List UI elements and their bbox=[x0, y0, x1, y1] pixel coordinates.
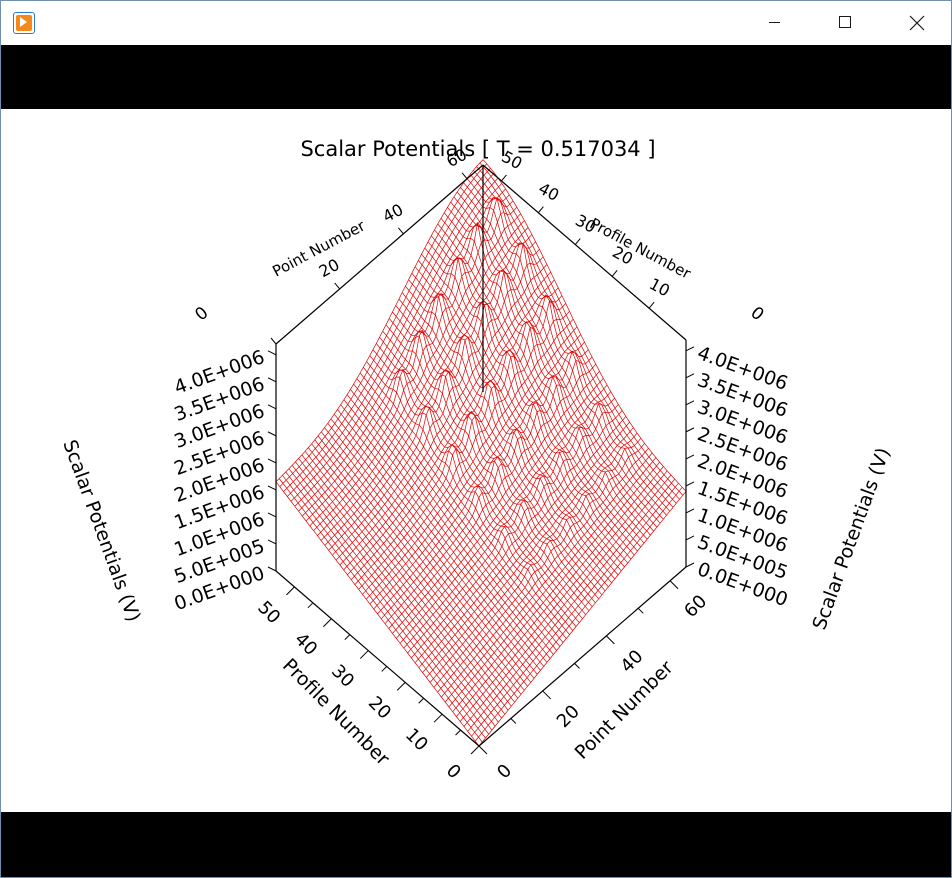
profile-tick-label: 30 bbox=[327, 661, 358, 692]
minimize-icon bbox=[769, 22, 780, 23]
profile-minor-tick bbox=[344, 634, 351, 640]
z-right-tick bbox=[685, 481, 695, 487]
profile-tick-label: 0 bbox=[442, 760, 465, 783]
point-axis-label: Point Number bbox=[571, 656, 678, 763]
profile-minor-tick bbox=[455, 729, 461, 736]
point-tick-label: 20 bbox=[553, 701, 584, 732]
z-left-axis-label: Scalar Potentials (V) bbox=[58, 437, 144, 625]
back-point-tick bbox=[398, 227, 404, 235]
point-minor-tick bbox=[637, 607, 644, 614]
play-triangle bbox=[20, 17, 27, 27]
z-right-tick bbox=[685, 373, 695, 379]
mesh-point-line bbox=[314, 439, 519, 699]
profile-tick-label: 20 bbox=[364, 692, 395, 723]
mesh-point-line bbox=[363, 367, 567, 639]
mesh-profile-line bbox=[275, 159, 484, 483]
z-left-tick bbox=[267, 377, 277, 383]
back-profile-tick bbox=[537, 206, 544, 214]
mesh-profile-line bbox=[418, 416, 627, 668]
mesh-point-line bbox=[295, 461, 499, 723]
maximize-icon bbox=[839, 16, 851, 28]
back-profile-tick bbox=[501, 174, 507, 182]
mesh-profile-line bbox=[290, 177, 499, 502]
profile-tick bbox=[396, 682, 406, 691]
z-left-tick bbox=[267, 566, 277, 572]
point-tick bbox=[542, 690, 552, 700]
z-left-tick bbox=[267, 512, 277, 518]
z-right-tick bbox=[685, 454, 695, 460]
point-tick bbox=[478, 745, 488, 755]
point-minor-tick bbox=[574, 663, 580, 669]
mesh-profile-line bbox=[354, 294, 563, 585]
top-black-bar bbox=[1, 45, 951, 109]
mesh-point-line bbox=[440, 218, 645, 544]
profile-tick-label: 10 bbox=[401, 724, 432, 755]
mesh-profile-line bbox=[384, 356, 593, 624]
profile-tick bbox=[286, 586, 295, 596]
minimize-button[interactable] bbox=[753, 1, 799, 45]
surface-chart: Scalar Potentials [ T = 0.517034 ] 0 20 40… bbox=[58, 137, 894, 783]
plot-area: Scalar Potentials [ T = 0.517034 ] 0 20 40… bbox=[1, 109, 951, 812]
close-icon bbox=[909, 15, 925, 31]
point-tick-label: 0 bbox=[493, 760, 516, 783]
back-point-tick-label: 20 bbox=[316, 255, 343, 281]
z-right-tick bbox=[685, 400, 695, 406]
profile-tick bbox=[433, 713, 443, 723]
back-profile-axis-label: Profile Number bbox=[587, 214, 695, 283]
z-left-tick bbox=[267, 404, 277, 410]
mesh-point-line bbox=[424, 247, 629, 564]
z-left-tick bbox=[267, 539, 277, 545]
point-tick bbox=[669, 580, 679, 590]
app-window: Scalar Potentials [ T = 0.517034 ] 0 20 40… bbox=[0, 0, 952, 878]
z-right-axis-label: Scalar Potentials (V) bbox=[808, 445, 894, 633]
point-minor-tick bbox=[510, 718, 517, 724]
bottom-black-bar bbox=[1, 812, 951, 877]
profile-minor-tick bbox=[381, 666, 388, 672]
back-profile-tick bbox=[574, 238, 581, 245]
back-left-zero-label: 0 bbox=[191, 303, 212, 325]
back-point-tick bbox=[461, 172, 468, 180]
chart-title: Scalar Potentials [ T = 0.517034 ] bbox=[300, 137, 655, 161]
back-profile-tick bbox=[648, 301, 655, 309]
profile-minor-tick bbox=[418, 697, 424, 704]
profile-tick bbox=[359, 650, 369, 659]
title-bar[interactable] bbox=[1, 1, 951, 45]
mesh-point-line bbox=[434, 229, 638, 552]
mesh-point-line bbox=[337, 409, 541, 671]
z-left-tick bbox=[267, 350, 277, 356]
back-profile-tick bbox=[611, 270, 618, 277]
mesh-profile-line bbox=[324, 234, 533, 546]
maximize-button[interactable] bbox=[823, 1, 869, 45]
z-right-tick bbox=[685, 427, 695, 433]
profile-tick-label: 50 bbox=[253, 597, 284, 628]
z-left-tick bbox=[267, 431, 277, 437]
z-right-tick bbox=[685, 346, 695, 352]
back-profile-tick-label: 10 bbox=[646, 274, 673, 300]
back-point-tick-label: 40 bbox=[379, 200, 406, 226]
mesh-point-line bbox=[333, 413, 538, 675]
point-tick-label: 60 bbox=[680, 591, 711, 622]
profile-tick bbox=[470, 745, 480, 755]
z-right-tick bbox=[685, 535, 695, 541]
axis-labels: 0204060Point Number01020304050Profile Nu… bbox=[58, 145, 894, 783]
profile-tick bbox=[323, 618, 332, 628]
play-icon[interactable] bbox=[13, 12, 35, 34]
back-point-tick bbox=[334, 282, 341, 290]
mesh-point-line bbox=[298, 458, 502, 719]
point-tick-label: 40 bbox=[617, 646, 648, 677]
z-right-tick bbox=[685, 508, 695, 514]
profile-minor-tick bbox=[307, 602, 314, 609]
point-tick bbox=[606, 635, 615, 645]
close-button[interactable] bbox=[894, 1, 940, 45]
z-right-tick bbox=[685, 562, 695, 568]
back-right-zero-label: 0 bbox=[746, 303, 767, 325]
mesh-point-line bbox=[411, 272, 616, 580]
mesh-point-line bbox=[466, 178, 671, 512]
z-left-tick bbox=[267, 458, 277, 464]
back-point-tick bbox=[270, 337, 277, 345]
z-left-tick bbox=[267, 485, 277, 491]
back-profile-tick-label: 40 bbox=[535, 179, 562, 205]
